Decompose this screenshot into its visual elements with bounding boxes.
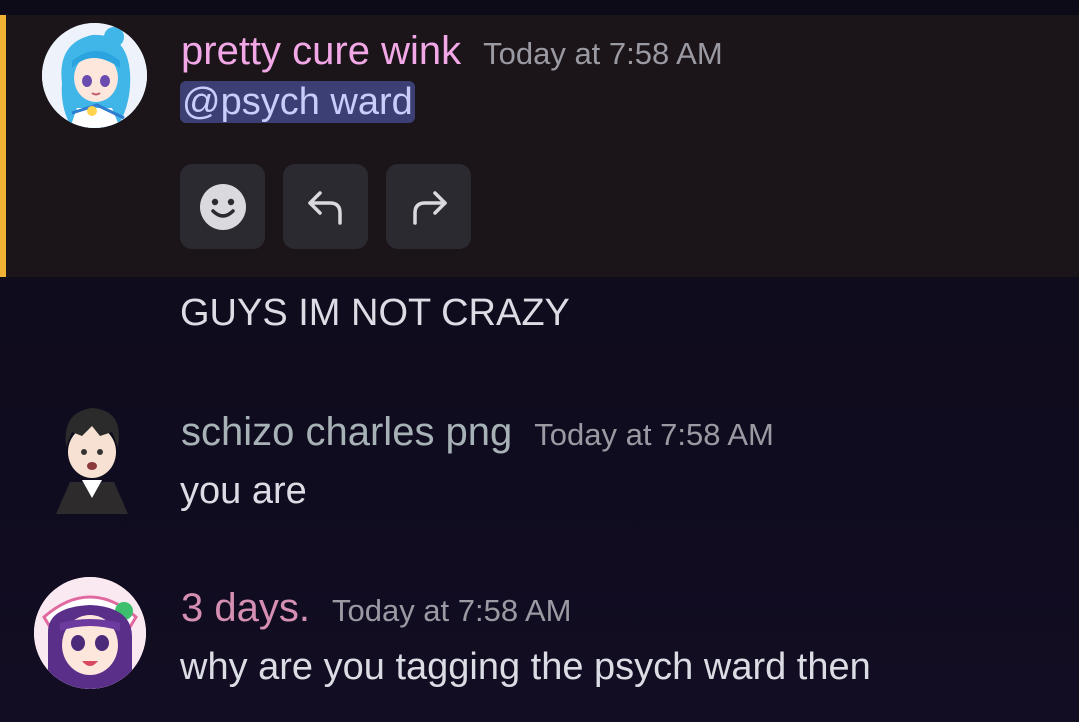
username[interactable]: schizo charles png [181, 410, 512, 454]
message-header: schizo charles png Today at 7:58 AM [181, 410, 774, 455]
username[interactable]: pretty cure wink [181, 29, 461, 73]
timestamp: Today at 7:58 AM [483, 36, 723, 71]
role-mention[interactable]: @psych ward [180, 81, 415, 123]
message-content: GUYS IM NOT CRAZY [180, 292, 570, 334]
avatar-pretty-cure-wink[interactable] [42, 23, 147, 128]
message-header: pretty cure wink Today at 7:58 AM [181, 29, 723, 74]
avatar-3-days[interactable] [34, 577, 146, 689]
message-action-bar [180, 164, 471, 249]
username[interactable]: 3 days. [181, 586, 310, 630]
reply-icon [307, 190, 342, 225]
chat-message-list: pretty cure wink Today at 7:58 AM @psych … [0, 0, 1079, 722]
message-content: @psych ward [180, 81, 415, 124]
smiley-icon [199, 183, 246, 230]
timestamp: Today at 7:58 AM [331, 593, 572, 628]
timestamp: Today at 7:58 AM [534, 417, 774, 452]
reply-button[interactable] [283, 164, 368, 249]
forward-button[interactable] [386, 164, 471, 249]
avatar-schizo-charles-png[interactable] [52, 402, 132, 514]
message-content: you are [180, 470, 307, 512]
message-mention-highlighted[interactable]: pretty cure wink Today at 7:58 AM @psych … [0, 15, 1079, 277]
add-reaction-button[interactable] [180, 164, 265, 249]
message-content: why are you tagging the psych ward then [180, 646, 871, 688]
forward-icon [412, 190, 447, 225]
message-header: 3 days. Today at 7:58 AM [181, 586, 572, 631]
